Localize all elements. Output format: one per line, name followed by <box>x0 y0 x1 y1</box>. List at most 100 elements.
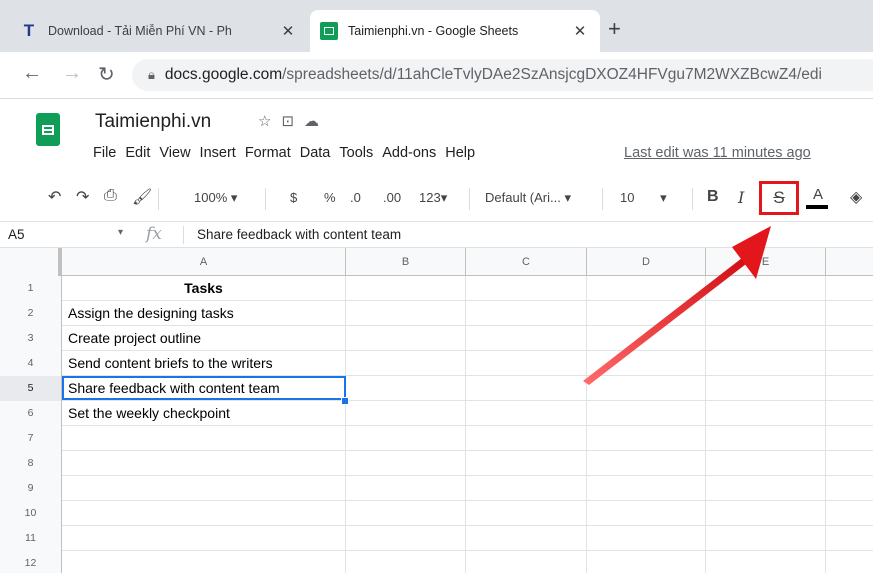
grid-cell[interactable] <box>706 351 826 375</box>
zoom-select[interactable]: 100% ▾ <box>194 190 237 206</box>
grid-cell[interactable] <box>706 401 826 425</box>
grid-cell[interactable] <box>587 301 706 325</box>
grid-cell[interactable] <box>466 526 587 550</box>
row-header[interactable]: 2 <box>0 301 62 326</box>
grid-cell[interactable] <box>826 301 873 325</box>
grid-cell[interactable] <box>706 376 826 400</box>
font-family-select[interactable]: Default (Ari... ▾ <box>485 190 571 206</box>
grid-cell[interactable] <box>826 376 873 400</box>
bold-button[interactable]: B <box>707 188 719 206</box>
grid-cell[interactable] <box>826 401 873 425</box>
grid-cell[interactable] <box>346 501 466 525</box>
grid-cell[interactable] <box>706 426 826 450</box>
row-header[interactable]: 7 <box>0 426 62 451</box>
cell-a7[interactable] <box>62 426 346 450</box>
reload-icon[interactable]: ↻ <box>98 62 115 87</box>
percent-format-button[interactable]: % <box>324 190 336 205</box>
cell-a11[interactable] <box>62 526 346 550</box>
cell-a2[interactable]: Assign the designing tasks <box>62 301 346 325</box>
row-header[interactable]: 4 <box>0 351 62 376</box>
row-header[interactable]: 5 <box>0 376 62 401</box>
forward-arrow-icon[interactable]: → <box>62 62 82 85</box>
back-arrow-icon[interactable]: ← <box>22 62 42 85</box>
decrease-decimal-button[interactable]: .0 <box>350 190 361 205</box>
grid-cell[interactable] <box>706 451 826 475</box>
grid-cell[interactable] <box>587 476 706 500</box>
grid-cell[interactable] <box>706 551 826 573</box>
column-header-f[interactable] <box>826 248 873 276</box>
increase-decimal-button[interactable]: .00 <box>383 190 401 205</box>
grid-cell[interactable] <box>587 451 706 475</box>
grid-cell[interactable] <box>826 451 873 475</box>
close-tab-icon[interactable]: ✕ <box>570 22 590 40</box>
fill-color-icon[interactable]: ◈ <box>850 187 862 207</box>
cloud-status-icon[interactable]: ☁ <box>304 113 329 130</box>
grid-cell[interactable] <box>346 451 466 475</box>
close-tab-icon[interactable]: ✕ <box>278 22 298 40</box>
menu-insert[interactable]: Insert <box>200 145 236 161</box>
fill-handle[interactable] <box>341 397 349 405</box>
browser-tab-download[interactable]: T Download - Tải Miễn Phí VN - Ph ✕ <box>10 10 308 52</box>
grid-cell[interactable] <box>346 476 466 500</box>
grid-cell[interactable] <box>826 476 873 500</box>
sheets-logo-icon[interactable] <box>36 113 60 146</box>
grid-cell[interactable] <box>466 426 587 450</box>
grid-cell[interactable] <box>466 351 587 375</box>
menu-edit[interactable]: Edit <box>125 145 150 161</box>
grid-cell[interactable] <box>826 426 873 450</box>
menu-file[interactable]: File <box>93 145 116 161</box>
name-box[interactable]: A5 <box>8 227 25 242</box>
cell-a3[interactable]: Create project outline <box>62 326 346 350</box>
print-icon[interactable]: ⎙ <box>104 187 117 205</box>
row-header[interactable]: 6 <box>0 401 62 426</box>
text-color-button[interactable]: A <box>805 186 831 203</box>
grid-cell[interactable] <box>466 301 587 325</box>
new-tab-button[interactable]: + <box>608 16 621 42</box>
column-header-b[interactable]: B <box>346 248 466 276</box>
chevron-down-icon[interactable]: ▾ <box>118 227 123 238</box>
grid-cell[interactable] <box>346 276 466 300</box>
column-header-a[interactable]: A <box>62 248 346 276</box>
row-header[interactable]: 11 <box>0 526 62 551</box>
browser-tab-sheets[interactable]: Taimienphi.vn - Google Sheets ✕ <box>310 10 600 52</box>
grid-cell[interactable] <box>466 451 587 475</box>
grid-cell[interactable] <box>706 526 826 550</box>
strikethrough-button[interactable]: S <box>759 181 799 215</box>
grid-cell[interactable] <box>706 326 826 350</box>
grid-cell[interactable] <box>346 426 466 450</box>
undo-icon[interactable]: ↶ <box>48 187 61 207</box>
grid-cell[interactable] <box>587 326 706 350</box>
row-header[interactable]: 3 <box>0 326 62 351</box>
grid-cell[interactable] <box>466 476 587 500</box>
select-all-corner[interactable] <box>0 248 62 276</box>
grid-cell[interactable] <box>826 326 873 350</box>
document-title[interactable]: Taimienphi.vn <box>95 111 211 133</box>
row-header[interactable]: 12 <box>0 551 62 573</box>
grid-cell[interactable] <box>346 526 466 550</box>
cell-a9[interactable] <box>62 476 346 500</box>
grid-cell[interactable] <box>706 476 826 500</box>
last-edit-link[interactable]: Last edit was 11 minutes ago <box>624 145 811 161</box>
cell-a1[interactable]: Tasks <box>62 276 346 300</box>
grid-cell[interactable] <box>466 501 587 525</box>
row-header[interactable]: 10 <box>0 501 62 526</box>
row-header[interactable]: 9 <box>0 476 62 501</box>
grid-cell[interactable] <box>587 376 706 400</box>
grid-cell[interactable] <box>826 276 873 300</box>
menu-format[interactable]: Format <box>245 145 291 161</box>
grid-cell[interactable] <box>346 301 466 325</box>
font-size-select[interactable]: 10 ▾ <box>620 190 667 206</box>
grid-cell[interactable] <box>587 526 706 550</box>
grid-cell[interactable] <box>826 501 873 525</box>
grid-cell[interactable] <box>346 351 466 375</box>
column-header-e[interactable]: E <box>706 248 826 276</box>
row-header[interactable]: 1 <box>0 276 62 301</box>
paint-format-icon[interactable]: 🖌︎ <box>132 187 152 207</box>
column-header-d[interactable]: D <box>587 248 706 276</box>
menu-addons[interactable]: Add-ons <box>382 145 436 161</box>
grid-cell[interactable] <box>587 551 706 573</box>
more-formats-button[interactable]: 123▾ <box>419 190 447 206</box>
grid-cell[interactable] <box>587 401 706 425</box>
cell-a12[interactable] <box>62 551 346 573</box>
cell-a5[interactable]: Share feedback with content team <box>62 376 346 400</box>
